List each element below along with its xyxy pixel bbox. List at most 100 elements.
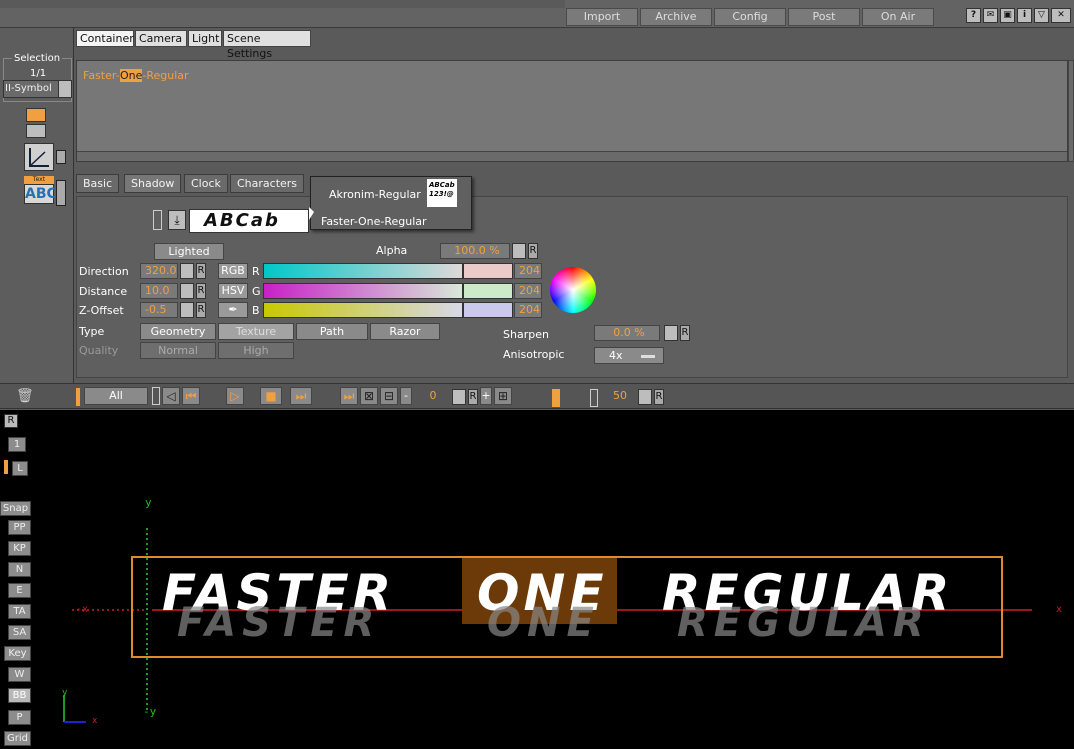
on-air-button[interactable]: On Air — [862, 8, 934, 26]
archive-button[interactable]: Archive — [640, 8, 712, 26]
timeline-toggle[interactable] — [152, 387, 160, 405]
b-slider[interactable] — [263, 302, 463, 318]
editor-text[interactable]: Faster-One-Regular — [83, 69, 189, 82]
pp-button[interactable]: PP — [8, 520, 31, 535]
text-geometry-icon[interactable]: ABC — [24, 184, 57, 204]
type-texture-button[interactable]: Texture — [218, 323, 294, 340]
info-icon[interactable]: i — [1017, 8, 1032, 23]
snap-button[interactable]: Snap — [0, 501, 31, 516]
hsv-button[interactable]: HSV — [218, 283, 248, 299]
close-icon[interactable]: ✕ — [1051, 8, 1071, 23]
bb-button[interactable]: BB — [8, 688, 31, 703]
step-forward-icon[interactable]: ⏭ — [290, 387, 312, 405]
go-start-icon[interactable]: ⏮ — [182, 387, 200, 405]
viewport[interactable]: FASTER ONE REGULAR FASTER ONE REGULAR y … — [12, 410, 1074, 749]
key-icon[interactable] — [26, 108, 46, 122]
tab-light[interactable]: Light — [188, 30, 222, 47]
sharpen-reset-button[interactable]: R — [680, 325, 690, 341]
config-button[interactable]: Config — [714, 8, 786, 26]
alpha-field[interactable]: 100.0 % — [440, 243, 510, 259]
tab-basic[interactable]: Basic — [76, 174, 120, 193]
timeline-handle[interactable] — [76, 388, 80, 406]
g-value[interactable]: 204 — [514, 283, 542, 299]
grid-button[interactable]: Grid — [4, 731, 31, 746]
text-handle[interactable] — [56, 180, 66, 206]
go-end-icon[interactable]: ⏭ — [340, 387, 358, 405]
expand-handle[interactable] — [56, 150, 66, 164]
ta-button[interactable]: TA — [8, 604, 31, 619]
tab-container[interactable]: Container — [76, 30, 134, 47]
axis-icon[interactable] — [24, 143, 54, 171]
direction-reset-button[interactable]: R — [196, 263, 206, 279]
font-option-faster-one[interactable]: Faster-One-Regular — [321, 215, 427, 228]
alpha-reset-button[interactable]: R — [528, 243, 538, 259]
font-toggle[interactable] — [153, 210, 162, 230]
plus-button[interactable]: + — [480, 387, 492, 405]
frame-spinner[interactable] — [452, 389, 466, 405]
tab-shadow[interactable]: Shadow — [124, 174, 182, 193]
prev-key-icon[interactable]: ◁ — [162, 387, 180, 405]
distance-spinner[interactable] — [180, 283, 194, 299]
r-value[interactable]: 204 — [514, 263, 542, 279]
delete-key-icon[interactable]: ⊟ — [380, 387, 398, 405]
time-marker-icon[interactable] — [552, 389, 560, 407]
rgb-button[interactable]: RGB — [218, 263, 248, 279]
color-wheel[interactable] — [550, 267, 596, 313]
r-toggle-icon[interactable]: R — [4, 414, 18, 428]
screen-icon[interactable]: ▣ — [1000, 8, 1015, 23]
distance-reset-button[interactable]: R — [196, 283, 206, 299]
minus-button[interactable]: - — [400, 387, 412, 405]
quality-high-button[interactable]: High — [218, 342, 294, 359]
font-option-akronim[interactable]: Akronim-Regular — [329, 188, 421, 201]
key-button[interactable]: Key — [4, 646, 31, 661]
download-icon[interactable]: ⤓ — [168, 210, 186, 230]
editor-vertical-scrollbar[interactable] — [1068, 60, 1074, 162]
end-frame-spinner[interactable] — [638, 389, 652, 405]
frame-reset-button[interactable]: R — [468, 389, 478, 405]
r-slider[interactable] — [263, 263, 463, 279]
frame-field[interactable]: 0 — [414, 389, 448, 405]
tab-clock[interactable]: Clock — [184, 174, 228, 193]
tab-scene-settings[interactable]: Scene Settings — [223, 30, 311, 60]
eyedropper-icon[interactable]: ✒ — [218, 302, 248, 318]
side-button-l[interactable]: L — [12, 461, 28, 476]
distance-field[interactable]: 10.0 — [140, 283, 178, 299]
mail-icon[interactable]: ✉ — [983, 8, 998, 23]
font-preview[interactable]: ABCab — [189, 209, 309, 233]
end-frame-reset-button[interactable]: R — [654, 389, 664, 405]
e-button[interactable]: E — [8, 583, 31, 598]
g-slider[interactable] — [263, 283, 463, 299]
anisotropic-dropdown[interactable]: 4x — [594, 347, 664, 364]
quality-normal-button[interactable]: Normal — [140, 342, 216, 359]
end-toggle[interactable] — [590, 389, 598, 407]
post-button[interactable]: Post — [788, 8, 860, 26]
zoffset-field[interactable]: -0.5 — [140, 302, 178, 318]
w-button[interactable]: W — [8, 667, 31, 682]
type-path-button[interactable]: Path — [296, 323, 368, 340]
tab-characters[interactable]: Characters — [230, 174, 305, 193]
alpha-spinner[interactable] — [512, 243, 526, 259]
selection-spinner[interactable] — [58, 80, 72, 98]
direction-field[interactable]: 320.0 — [140, 263, 178, 279]
n-button[interactable]: N — [8, 562, 31, 577]
zoffset-spinner[interactable] — [180, 302, 194, 318]
minimize-icon[interactable]: ▽ — [1034, 8, 1049, 23]
add-key-icon[interactable]: ⊞ — [494, 387, 512, 405]
side-handle[interactable] — [4, 460, 8, 474]
trash-icon[interactable]: 🗑 — [16, 388, 34, 406]
font-dropdown[interactable]: Akronim-Regular ABCab 123!@ Faster-One-R… — [309, 176, 472, 230]
sharpen-field[interactable]: 0.0 % — [594, 325, 660, 341]
import-button[interactable]: Import — [566, 8, 638, 26]
text-editor[interactable]: Faster-One-Regular — [76, 60, 1068, 162]
zoffset-reset-button[interactable]: R — [196, 302, 206, 318]
end-frame-field[interactable]: 50 — [600, 389, 636, 405]
lighted-button[interactable]: Lighted — [154, 243, 224, 260]
sa-button[interactable]: SA — [8, 625, 31, 640]
b-value[interactable]: 204 — [514, 302, 542, 318]
direction-spinner[interactable] — [180, 263, 194, 279]
type-geometry-button[interactable]: Geometry — [140, 323, 216, 340]
help-icon[interactable]: ? — [966, 8, 981, 23]
all-button[interactable]: All — [84, 387, 148, 405]
tab-camera[interactable]: Camera — [135, 30, 187, 47]
kp-button[interactable]: KP — [8, 541, 31, 556]
